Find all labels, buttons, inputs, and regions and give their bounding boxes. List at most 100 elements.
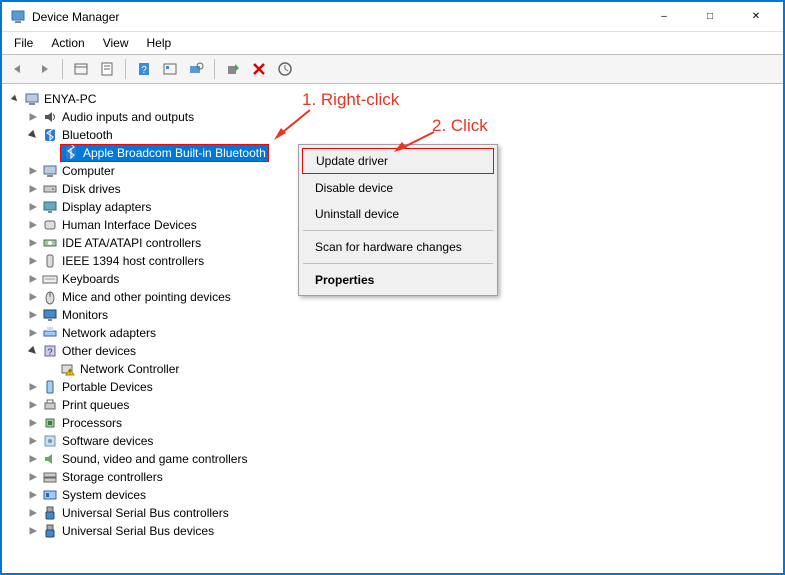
ctx-update-driver[interactable]: Update driver: [302, 148, 494, 174]
maximize-button[interactable]: □: [687, 2, 733, 32]
tree-item-label: Keyboards: [62, 272, 119, 286]
expander-icon[interactable]: [26, 182, 40, 196]
root-node[interactable]: ENYA-PC: [4, 90, 781, 108]
ide-icon: [42, 235, 58, 251]
expander-icon[interactable]: [26, 128, 40, 142]
tree-item-label: Other devices: [62, 344, 136, 358]
expander-icon[interactable]: [26, 344, 40, 358]
usb-icon: [42, 523, 58, 539]
tree-item-label: Display adapters: [62, 200, 151, 214]
tree-item[interactable]: Processors: [4, 414, 781, 432]
tree-item-label: System devices: [62, 488, 146, 502]
audio-icon: [42, 109, 58, 125]
forward-button[interactable]: [32, 57, 56, 81]
expander-icon[interactable]: [26, 218, 40, 232]
computer-icon: [24, 91, 40, 107]
tree-item-label: Universal Serial Bus controllers: [62, 506, 229, 520]
expander-icon[interactable]: [26, 506, 40, 520]
tree-view[interactable]: ENYA-PC Audio inputs and outputs Bluetoot…: [2, 84, 783, 571]
minimize-button[interactable]: –: [641, 2, 687, 32]
disk-icon: [42, 181, 58, 197]
show-hidden-button[interactable]: [69, 57, 93, 81]
network-icon: [42, 325, 58, 341]
separator: [303, 263, 493, 264]
expander-icon[interactable]: [44, 146, 58, 160]
window-controls: – □ ✕: [641, 2, 779, 32]
computer-icon: [42, 163, 58, 179]
tree-item[interactable]: !Network Controller: [4, 360, 781, 378]
tree-item[interactable]: Bluetooth: [4, 126, 781, 144]
update-driver-button[interactable]: [273, 57, 297, 81]
menu-file[interactable]: File: [6, 34, 41, 52]
tree-item-label: Universal Serial Bus devices: [62, 524, 214, 538]
bluetooth-icon: [42, 127, 58, 143]
tree-item[interactable]: System devices: [4, 486, 781, 504]
enable-button[interactable]: [221, 57, 245, 81]
tree-item-label: Software devices: [62, 434, 153, 448]
tree-item-label: Sound, video and game controllers: [62, 452, 247, 466]
tree-item[interactable]: Audio inputs and outputs: [4, 108, 781, 126]
menu-view[interactable]: View: [95, 34, 137, 52]
storage-icon: [42, 469, 58, 485]
software-icon: [42, 433, 58, 449]
help-button[interactable]: ?: [132, 57, 156, 81]
tree-item-label: Processors: [62, 416, 122, 430]
menu-action[interactable]: Action: [43, 34, 92, 52]
tree-item[interactable]: Software devices: [4, 432, 781, 450]
expander-icon[interactable]: [26, 470, 40, 484]
svg-text:?: ?: [141, 65, 147, 76]
tree-item[interactable]: Network adapters: [4, 324, 781, 342]
tree-item-label: Storage controllers: [62, 470, 163, 484]
expander-icon[interactable]: [26, 200, 40, 214]
tree-item[interactable]: Monitors: [4, 306, 781, 324]
tree-item-label: Human Interface Devices: [62, 218, 197, 232]
separator: [62, 59, 63, 79]
uninstall-button[interactable]: [247, 57, 271, 81]
expander-icon[interactable]: [26, 236, 40, 250]
system-icon: [42, 487, 58, 503]
menu-help[interactable]: Help: [139, 34, 180, 52]
expander-icon[interactable]: [26, 398, 40, 412]
expander-icon[interactable]: [26, 326, 40, 340]
tree-item-label: Network Controller: [80, 362, 179, 376]
properties-button[interactable]: [95, 57, 119, 81]
expander-icon[interactable]: [26, 380, 40, 394]
tree-item[interactable]: ?Other devices: [4, 342, 781, 360]
tree-item-label: Disk drives: [62, 182, 121, 196]
context-menu: Update driver Disable device Uninstall d…: [298, 144, 498, 296]
expander-icon[interactable]: [26, 110, 40, 124]
expander-icon[interactable]: [26, 290, 40, 304]
expander-icon[interactable]: [26, 434, 40, 448]
expander-icon[interactable]: [26, 488, 40, 502]
tree-item[interactable]: Sound, video and game controllers: [4, 450, 781, 468]
ctx-scan-hardware[interactable]: Scan for hardware changes: [301, 234, 495, 260]
expander-icon[interactable]: [26, 272, 40, 286]
ctx-disable-device[interactable]: Disable device: [301, 175, 495, 201]
expander-icon[interactable]: [26, 416, 40, 430]
expander-icon[interactable]: [44, 362, 58, 376]
ctx-uninstall-device[interactable]: Uninstall device: [301, 201, 495, 227]
tree-item[interactable]: Portable Devices: [4, 378, 781, 396]
ctx-properties[interactable]: Properties: [301, 267, 495, 293]
tree-item[interactable]: Print queues: [4, 396, 781, 414]
expander-icon[interactable]: [26, 254, 40, 268]
tree-item[interactable]: Universal Serial Bus controllers: [4, 504, 781, 522]
expander-icon[interactable]: [26, 524, 40, 538]
tree-item-label: Apple Broadcom Built-in Bluetooth: [83, 146, 266, 160]
tree-item-label: Bluetooth: [62, 128, 113, 142]
expander-icon[interactable]: [26, 308, 40, 322]
back-button[interactable]: [6, 57, 30, 81]
expander-icon[interactable]: [26, 452, 40, 466]
tree-item[interactable]: Universal Serial Bus devices: [4, 522, 781, 540]
root-label: ENYA-PC: [44, 92, 96, 106]
tree-item[interactable]: Storage controllers: [4, 468, 781, 486]
mouse-icon: [42, 289, 58, 305]
close-button[interactable]: ✕: [733, 2, 779, 32]
scan-hardware-button[interactable]: [184, 57, 208, 81]
tree-item-label: Print queues: [62, 398, 129, 412]
menubar: File Action View Help: [2, 32, 783, 54]
window-title: Device Manager: [32, 10, 641, 24]
expander-icon[interactable]: [26, 164, 40, 178]
expander-icon[interactable]: [8, 92, 22, 106]
refresh-button[interactable]: [158, 57, 182, 81]
